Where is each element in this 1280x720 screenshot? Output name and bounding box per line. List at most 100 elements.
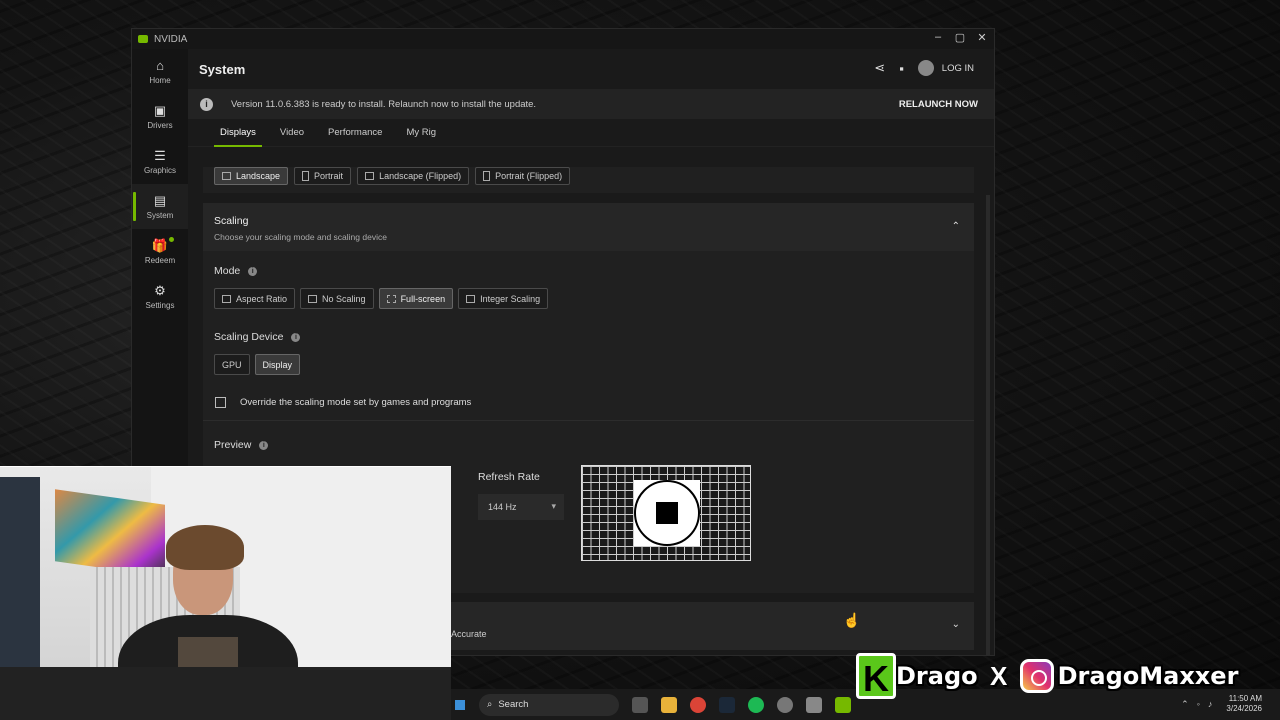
mode-label-text: Mode [214, 265, 241, 277]
system-icon: ▤ [153, 192, 167, 208]
k-logo-icon: K [856, 653, 896, 699]
banner-message: Version 11.0.6.383 is ready to install. … [231, 98, 537, 110]
sidebar-item-label: Home [149, 75, 171, 85]
title-bar: NVIDIA – ▢ ✕ [132, 29, 994, 49]
sidebar-item-redeem[interactable]: 🎁 Redeem [132, 229, 188, 274]
feedback-icon[interactable]: ▪ [899, 61, 904, 76]
mode-integer-scaling-button[interactable]: Integer Scaling [458, 288, 549, 309]
orientation-portrait-button[interactable]: Portrait [294, 167, 352, 185]
relaunch-now-button[interactable]: RELAUNCH NOW [899, 99, 978, 110]
scaling-header[interactable]: Scaling Choose your scaling mode and sca… [203, 203, 974, 251]
orientation-portrait-flipped-button[interactable]: Portrait (Flipped) [475, 167, 571, 185]
sidebar-item-label: Settings [145, 300, 175, 310]
share-icon[interactable]: ⋖ [874, 60, 885, 76]
tab-my-rig[interactable]: My Rig [394, 119, 448, 147]
info-icon[interactable]: i [248, 266, 258, 276]
orientation-options: Landscape Portrait Landscape (Flipped) P… [203, 167, 974, 193]
scaling-subtitle: Choose your scaling mode and scaling dev… [214, 232, 387, 242]
chip-label: Aspect Ratio [236, 293, 288, 304]
sliders-icon: ☰ [154, 147, 166, 163]
preview-center-square [656, 502, 678, 524]
chrome-icon[interactable] [690, 696, 706, 713]
full-screen-icon [386, 294, 396, 303]
scaling-device-label: Scaling Device i [203, 331, 974, 343]
file-explorer-icon[interactable] [661, 696, 677, 713]
no-scaling-icon [308, 294, 318, 303]
minimize-button[interactable]: – [932, 31, 944, 44]
social-handle-secondary: DragoMaxxer [1057, 662, 1239, 690]
preview-target [634, 480, 700, 546]
social-overlay: K Drago X DragoMaxxer [856, 651, 1266, 701]
tab-bar: Displays Video Performance My Rig [188, 119, 994, 147]
page-header: System ⋖ ▪ LOG IN [188, 49, 994, 89]
sidebar-item-system[interactable]: ▤ System [132, 184, 188, 229]
sidebar-item-label: System [146, 210, 174, 220]
tab-video[interactable]: Video [268, 119, 316, 147]
orientation-landscape-button[interactable]: Landscape [214, 167, 289, 185]
tab-displays[interactable]: Displays [208, 119, 268, 147]
spotify-icon[interactable] [748, 696, 764, 713]
landscape-icon [222, 172, 231, 180]
gift-icon: 🎁 [151, 237, 169, 253]
sidebar-item-home[interactable]: ⌂ Home [132, 49, 188, 94]
mode-label: Mode i [203, 265, 974, 277]
aspect-ratio-icon [222, 294, 231, 303]
sidebar-item-settings[interactable]: ⚙ Settings [132, 274, 188, 319]
drivers-icon: ▣ [153, 102, 167, 118]
chevron-down-icon[interactable]: ⌄ [952, 619, 960, 630]
chip-label: Integer Scaling [480, 293, 541, 304]
override-option[interactable]: Override the scaling mode set by games a… [203, 397, 974, 408]
clock-date: 3/24/2026 [1226, 704, 1262, 713]
x-logo-icon: X [989, 661, 1008, 691]
orientation-landscape-flipped-button[interactable]: Landscape (Flipped) [357, 167, 470, 185]
sidebar-item-label: Graphics [143, 165, 176, 175]
page-title: System [199, 61, 246, 77]
chip-label: Portrait (Flipped) [495, 171, 563, 181]
info-icon[interactable]: i [259, 440, 269, 450]
refresh-rate-value: 144 Hz [488, 502, 517, 512]
mode-no-scaling-button[interactable]: No Scaling [300, 288, 374, 309]
tab-performance[interactable]: Performance [316, 119, 394, 147]
nvidia-taskbar-icon[interactable] [835, 696, 851, 713]
landscape-flipped-icon [365, 172, 375, 180]
nvidia-logo-icon [138, 35, 148, 43]
device-gpu-button[interactable]: GPU [214, 354, 250, 375]
chevron-up-icon[interactable]: ⌃ [952, 221, 960, 232]
sidebar-item-label: Drivers [147, 120, 173, 130]
app-icon[interactable] [777, 696, 793, 713]
mode-full-screen-button[interactable]: Full-screen [378, 288, 454, 309]
steam-icon[interactable] [719, 696, 735, 713]
social-handle-primary: Drago [896, 662, 978, 690]
chip-label: Landscape (Flipped) [379, 171, 462, 181]
webcam-overlay [0, 466, 451, 720]
app-title: NVIDIA [154, 33, 188, 45]
chip-label: Landscape [236, 171, 281, 181]
home-icon: ⌂ [156, 57, 164, 73]
windows-start-icon[interactable] [455, 699, 465, 710]
portrait-icon [302, 171, 310, 181]
scaling-preview-image [581, 465, 751, 561]
sidebar-item-drivers[interactable]: ▣ Drivers [132, 94, 188, 139]
mode-aspect-ratio-button[interactable]: Aspect Ratio [214, 288, 296, 309]
preview-label-text: Preview [214, 439, 252, 451]
taskbar-search[interactable]: ⌕ Search [479, 693, 619, 716]
sidebar-item-graphics[interactable]: ☰ Graphics [132, 139, 188, 184]
override-checkbox[interactable] [215, 397, 226, 408]
task-view-icon[interactable] [632, 696, 648, 713]
refresh-rate-dropdown[interactable]: 144 Hz [478, 494, 564, 520]
scaling-device-label-text: Scaling Device [214, 331, 284, 343]
info-icon[interactable]: i [291, 332, 301, 342]
close-button[interactable]: ✕ [976, 31, 988, 44]
chip-label: Portrait [314, 171, 344, 181]
preview-label: Preview i [203, 439, 974, 451]
person-hair [166, 525, 244, 570]
webcam-desk [0, 667, 451, 720]
instagram-icon [1019, 659, 1054, 693]
maximize-button[interactable]: ▢ [954, 31, 966, 44]
search-placeholder: Search [498, 699, 529, 710]
portrait-flipped-icon [483, 171, 491, 181]
login-button[interactable]: LOG IN [917, 60, 974, 76]
device-display-button[interactable]: Display [254, 354, 301, 375]
scrollbar-track[interactable] [986, 195, 990, 655]
settings-app-icon[interactable] [806, 696, 822, 713]
